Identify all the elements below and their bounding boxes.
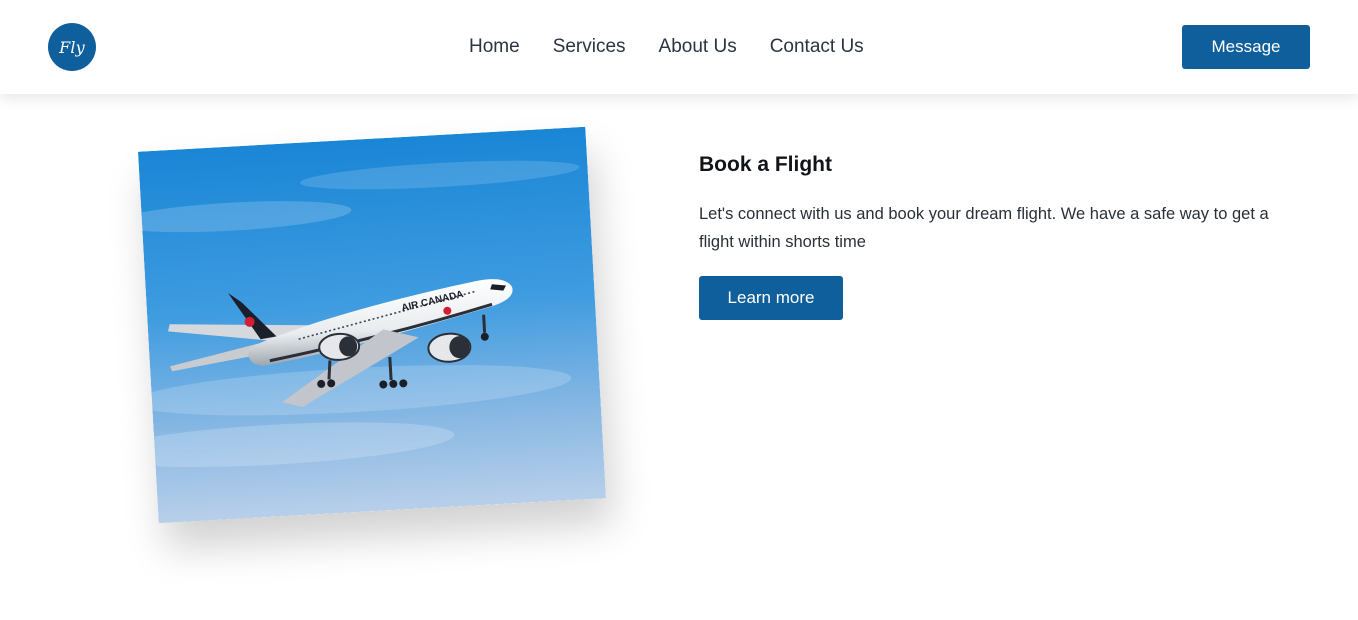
message-button[interactable]: Message — [1182, 25, 1310, 69]
section-description: Let's connect with us and book your drea… — [699, 205, 1269, 251]
main-nav: Home Services About Us Contact Us — [469, 34, 864, 60]
airplane-photo: AIR CANADA — [137, 126, 607, 524]
nav-about-us[interactable]: About Us — [659, 34, 737, 60]
nav-home[interactable]: Home — [469, 34, 520, 60]
section-title: Book a Flight — [699, 153, 832, 176]
nav-contact-us[interactable]: Contact Us — [770, 34, 864, 60]
learn-more-button[interactable]: Learn more — [699, 276, 843, 320]
nav-services[interactable]: Services — [553, 34, 626, 60]
logo-text: Fly — [59, 37, 85, 57]
site-header: Fly Home Services About Us Contact Us Me… — [0, 0, 1358, 94]
logo[interactable]: Fly — [48, 23, 96, 71]
book-flight-section: Book a Flight Let's connect with us and … — [699, 150, 1299, 320]
